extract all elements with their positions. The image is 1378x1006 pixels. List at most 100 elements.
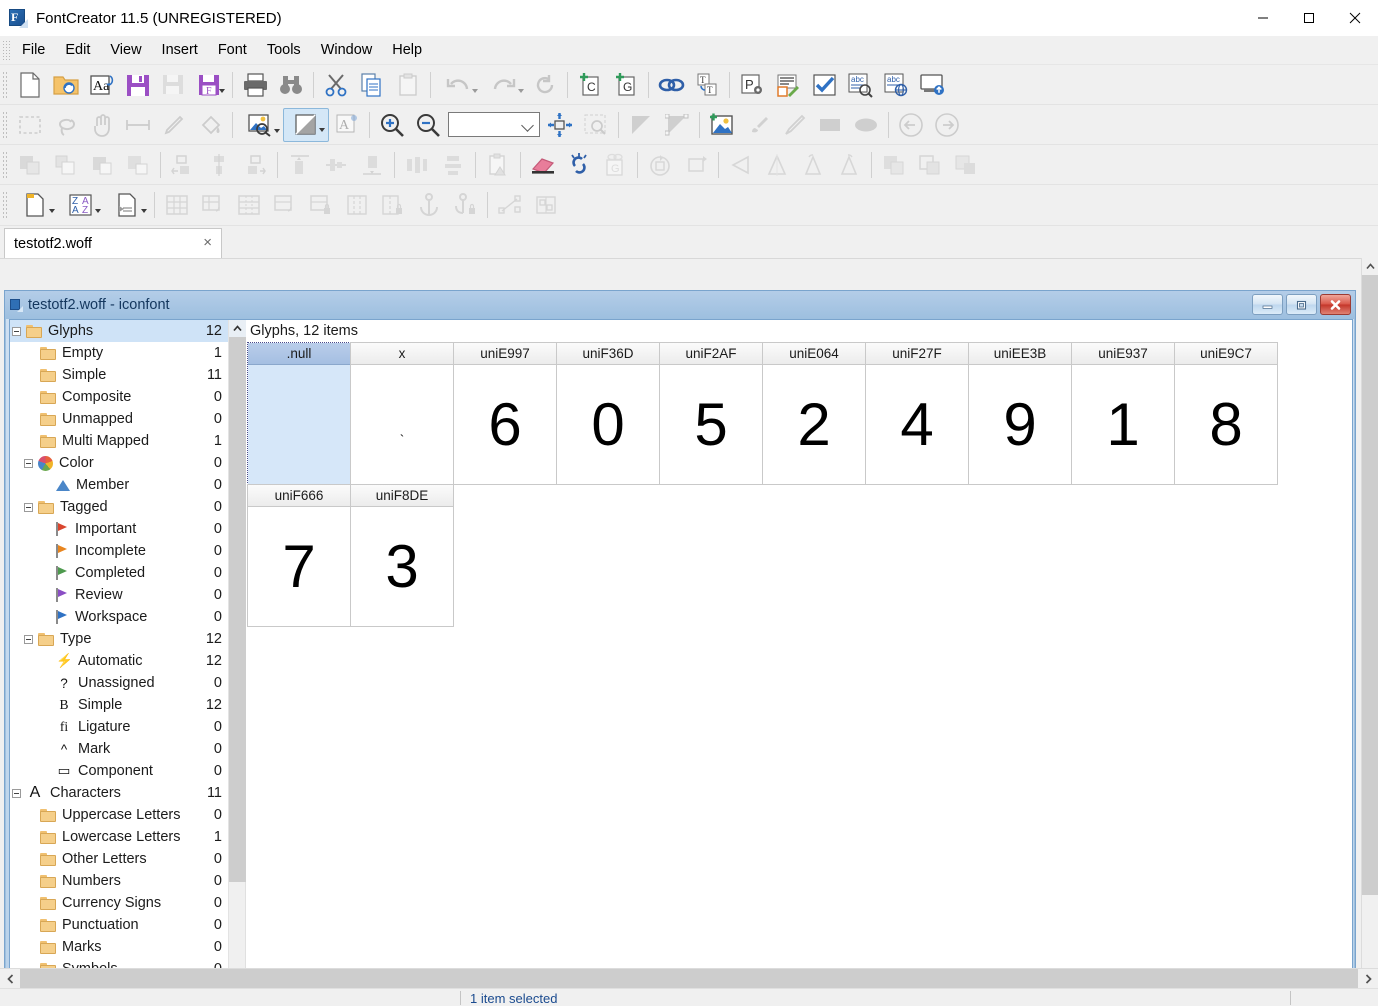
mdi-close-button[interactable] xyxy=(1320,294,1351,315)
tree-item-tagged[interactable]: Tagged 0 xyxy=(10,496,228,518)
minimize-button[interactable] xyxy=(1240,0,1286,36)
scrollbar-thumb[interactable] xyxy=(1362,275,1378,895)
horizontal-scrollbar[interactable] xyxy=(0,968,1378,989)
tree-item-composite[interactable]: Composite 0 xyxy=(10,386,228,408)
scroll-right-icon[interactable] xyxy=(1358,969,1378,989)
glyph-cell[interactable]: uniE9C7 8 xyxy=(1174,342,1278,485)
glyph-cell[interactable]: uniF27F 4 xyxy=(865,342,969,485)
menu-view[interactable]: View xyxy=(100,39,151,61)
tree-scrollbar[interactable] xyxy=(228,320,246,986)
mdi-title-bar[interactable]: testotf2.woff - iconfont xyxy=(5,291,1355,319)
sort-az-icon[interactable]: ZAAZ xyxy=(58,188,104,222)
insert-image-icon[interactable] xyxy=(704,108,740,142)
chevron-down-icon[interactable] xyxy=(521,119,534,132)
tree-item-mark[interactable]: ^ Mark 0 xyxy=(10,738,228,760)
test-abc-icon[interactable]: abc xyxy=(842,68,878,102)
new-document-icon[interactable] xyxy=(12,68,48,102)
image-search-icon[interactable] xyxy=(237,108,283,142)
install-font-icon[interactable]: Aa xyxy=(84,68,120,102)
scroll-up-icon[interactable] xyxy=(1362,258,1378,275)
glyph-cell[interactable]: .null xyxy=(247,342,351,485)
tree-item-currency-signs[interactable]: Currency Signs 0 xyxy=(10,892,228,914)
tree-item-characters[interactable]: A Characters 11 xyxy=(10,782,228,804)
menu-insert[interactable]: Insert xyxy=(152,39,208,61)
eraser-icon[interactable] xyxy=(525,148,561,182)
zoom-in-icon[interactable] xyxy=(374,108,410,142)
glyph-cell[interactable]: x ` xyxy=(350,342,454,485)
tree-item-review[interactable]: Review 0 xyxy=(10,584,228,606)
tree-expander-icon[interactable] xyxy=(24,634,33,644)
toolbar-grip[interactable] xyxy=(2,150,9,179)
link-chain-icon[interactable] xyxy=(653,68,689,102)
unlink-icon[interactable] xyxy=(561,148,597,182)
glyph-grid-panel[interactable]: Glyphs, 12 items .null x ` uniE997 6 uniF36D 0… xyxy=(246,320,1352,986)
glyph-cell[interactable]: uniEE3B 9 xyxy=(968,342,1072,485)
transform-tt-icon[interactable]: TT xyxy=(689,68,725,102)
tree-item-glyphs[interactable]: Glyphs 12 xyxy=(10,320,228,342)
tree-scrollbar-thumb[interactable] xyxy=(229,337,246,882)
tree-item-member[interactable]: Member 0 xyxy=(10,474,228,496)
tree-item-color[interactable]: Color 0 xyxy=(10,452,228,474)
zoom-level-combo[interactable] xyxy=(448,112,540,137)
tree-item-other-letters[interactable]: Other Letters 0 xyxy=(10,848,228,870)
toolbar-grip[interactable] xyxy=(2,110,9,139)
tree-item-lowercase-letters[interactable]: Lowercase Letters 1 xyxy=(10,826,228,848)
glyph-cell[interactable]: uniE937 1 xyxy=(1071,342,1175,485)
horizontal-scrollbar-track[interactable] xyxy=(20,969,1358,989)
new-glyph-icon[interactable] xyxy=(12,188,58,222)
publish-screen-icon[interactable] xyxy=(914,68,950,102)
tree-item-empty[interactable]: Empty 1 xyxy=(10,342,228,364)
menu-help[interactable]: Help xyxy=(382,39,432,61)
print-icon[interactable] xyxy=(237,68,273,102)
contrast-icon[interactable] xyxy=(283,107,329,142)
menu-font[interactable]: Font xyxy=(208,39,257,61)
tree-item-type[interactable]: Type 12 xyxy=(10,628,228,650)
menu-file[interactable]: File xyxy=(12,39,55,61)
tree-item-workspace[interactable]: Workspace 0 xyxy=(10,606,228,628)
glyph-cell[interactable]: uniF2AF 5 xyxy=(659,342,763,485)
close-icon[interactable]: × xyxy=(203,235,212,250)
zoom-out-icon[interactable] xyxy=(410,108,446,142)
tree-expander-icon[interactable] xyxy=(24,458,33,468)
tree-item-uppercase-letters[interactable]: Uppercase Letters 0 xyxy=(10,804,228,826)
tree-expander-icon[interactable] xyxy=(12,326,21,336)
tree-item-incomplete[interactable]: Incomplete 0 xyxy=(10,540,228,562)
open-folder-icon[interactable] xyxy=(48,68,84,102)
tree-item-simple[interactable]: Simple 11 xyxy=(10,364,228,386)
save-as-icon[interactable]: F xyxy=(192,68,228,102)
tree-expander-icon[interactable] xyxy=(12,788,21,798)
menu-window[interactable]: Window xyxy=(311,39,383,61)
save-icon[interactable] xyxy=(120,68,156,102)
copy-icon[interactable] xyxy=(354,68,390,102)
tree-item-numbers[interactable]: Numbers 0 xyxy=(10,870,228,892)
add-character-icon[interactable]: C xyxy=(572,68,608,102)
glyph-cell[interactable]: uniF8DE 3 xyxy=(350,484,454,627)
mdi-minimize-button[interactable] xyxy=(1252,294,1283,315)
tree-item-unmapped[interactable]: Unmapped 0 xyxy=(10,408,228,430)
fit-to-window-icon[interactable] xyxy=(542,108,578,142)
postscript-settings-icon[interactable]: P xyxy=(734,68,770,102)
glyph-cell[interactable]: uniE997 6 xyxy=(453,342,557,485)
tree-item-completed[interactable]: Completed 0 xyxy=(10,562,228,584)
glyph-category-tree[interactable]: Glyphs 12 Empty 1 Simple 11 Composite 0 Unmapped… xyxy=(10,320,251,986)
preview-binoculars-icon[interactable] xyxy=(273,68,309,102)
glyph-grid[interactable]: .null x ` uniE997 6 uniF36D 0 uniF2AF 5 uniE064 2 u… xyxy=(246,342,1352,627)
tree-item-important[interactable]: Important 0 xyxy=(10,518,228,540)
scroll-left-icon[interactable] xyxy=(0,969,20,989)
tree-item-multi-mapped[interactable]: Multi Mapped 1 xyxy=(10,430,228,452)
web-abc-icon[interactable]: abc xyxy=(878,68,914,102)
add-glyph-icon[interactable]: G xyxy=(608,68,644,102)
glyph-note-icon[interactable] xyxy=(104,188,150,222)
validate-check-icon[interactable] xyxy=(806,68,842,102)
document-tab[interactable]: testotf2.woff × xyxy=(4,228,222,258)
maximize-button[interactable] xyxy=(1286,0,1332,36)
tree-scroll-up-icon[interactable] xyxy=(229,320,246,337)
close-button[interactable] xyxy=(1332,0,1378,36)
tree-item-automatic[interactable]: ⚡ Automatic 12 xyxy=(10,650,228,672)
cut-scissors-icon[interactable] xyxy=(318,68,354,102)
glyph-cell[interactable]: uniF36D 0 xyxy=(556,342,660,485)
menu-grip[interactable] xyxy=(2,40,10,60)
mdi-client-scrollbar[interactable] xyxy=(1361,258,1378,988)
toolbar-grip[interactable] xyxy=(2,70,9,99)
menu-edit[interactable]: Edit xyxy=(55,39,100,61)
